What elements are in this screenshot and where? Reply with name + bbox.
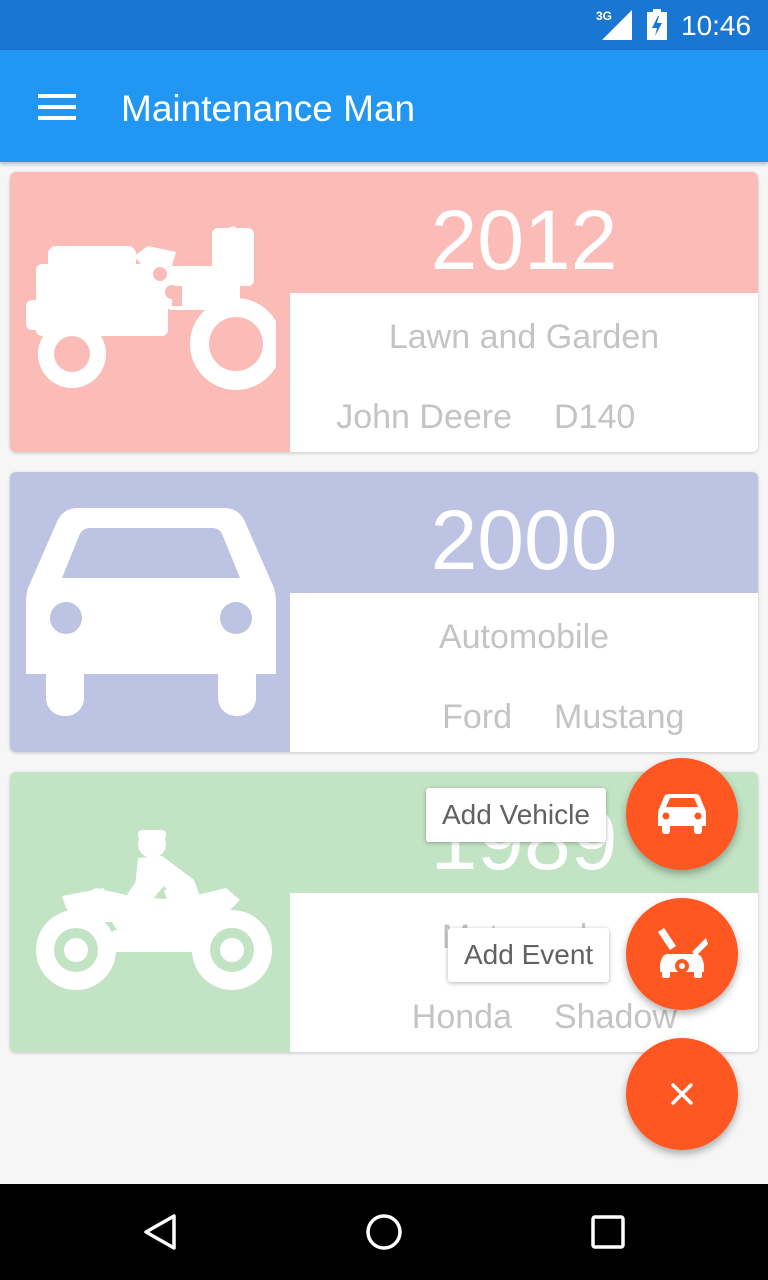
add-event-button[interactable]: [626, 898, 738, 1010]
tractor-icon: [26, 226, 276, 390]
navigation-bar: [0, 1184, 768, 1280]
vehicle-model: Mustang: [554, 698, 685, 736]
signal-icon: [602, 10, 632, 40]
vehicle-make: John Deere: [336, 398, 512, 436]
back-icon[interactable]: [136, 1208, 184, 1256]
vehicle-category: Automobile: [438, 618, 610, 656]
vehicle-make: Ford: [442, 698, 512, 736]
app-title: Maintenance Man: [121, 88, 416, 129]
car-icon: [658, 794, 706, 834]
status-time: 10:46: [681, 10, 752, 41]
motorcycle-icon: [36, 830, 272, 990]
vehicle-card[interactable]: 2012 Lawn and Garden John Deere D140: [10, 172, 758, 452]
close-fab-button[interactable]: [626, 1038, 738, 1150]
app-bar: Maintenance Man: [0, 50, 768, 162]
vehicle-model: D140: [554, 398, 636, 436]
vehicle-category: Lawn and Garden: [388, 318, 660, 356]
home-icon[interactable]: [360, 1208, 408, 1256]
screen: 3G 10:46 Maintenance Man 2012 Lawn and G…: [0, 0, 768, 1280]
menu-icon[interactable]: [28, 84, 84, 128]
close-icon: [671, 1083, 693, 1105]
battery-icon: [647, 9, 667, 40]
car-hood-repair-icon: [658, 928, 708, 978]
vehicle-make: Honda: [411, 998, 512, 1036]
status-bar: 3G 10:46: [0, 0, 768, 50]
vehicle-year: 2000: [430, 493, 618, 587]
vehicle-card[interactable]: 2000 Automobile Ford Mustang: [10, 472, 758, 752]
add-vehicle-button[interactable]: [626, 758, 738, 870]
vehicle-year: 2012: [430, 193, 618, 287]
add-event-label[interactable]: Add Event: [448, 928, 610, 982]
car-icon: [26, 508, 276, 716]
recents-icon[interactable]: [584, 1208, 632, 1256]
add-vehicle-label[interactable]: Add Vehicle: [426, 788, 606, 842]
